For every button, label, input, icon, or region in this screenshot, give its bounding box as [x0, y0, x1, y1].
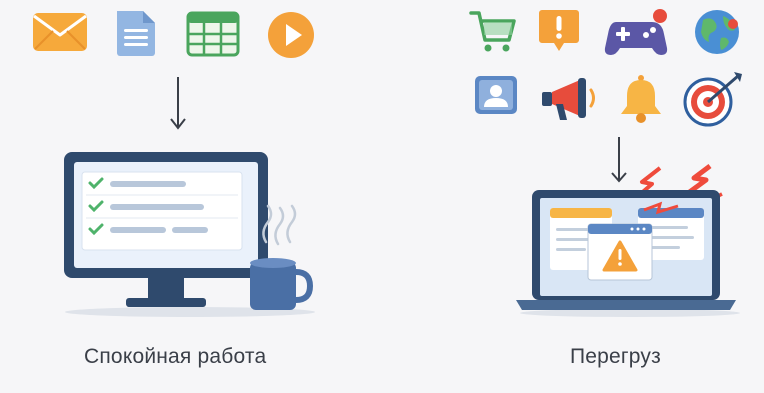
user-card-icon: [475, 76, 517, 114]
laptop-illustration: [516, 164, 740, 317]
down-arrow-icon: [170, 77, 186, 130]
target-icon: [683, 72, 742, 127]
envelope-icon: [33, 13, 87, 51]
calm-work-panel: Спокойная работа: [0, 0, 380, 393]
megaphone-icon: [542, 78, 595, 120]
play-icon: [268, 12, 314, 58]
comparison-illustration: Спокойная работа Перегруз: [0, 0, 764, 393]
alert-bubble-icon: [539, 10, 579, 51]
gamepad-icon: [604, 9, 668, 55]
overload-caption: Перегруз: [570, 345, 661, 368]
globe-icon: [695, 10, 739, 54]
spreadsheet-icon: [186, 11, 240, 57]
bell-icon: [621, 75, 661, 123]
calm-work-caption: Спокойная работа: [84, 345, 267, 368]
document-icon: [117, 11, 155, 56]
shopping-cart-icon: [469, 11, 516, 52]
monitor-illustration: [64, 152, 315, 317]
overload-panel: Перегруз: [380, 0, 764, 393]
